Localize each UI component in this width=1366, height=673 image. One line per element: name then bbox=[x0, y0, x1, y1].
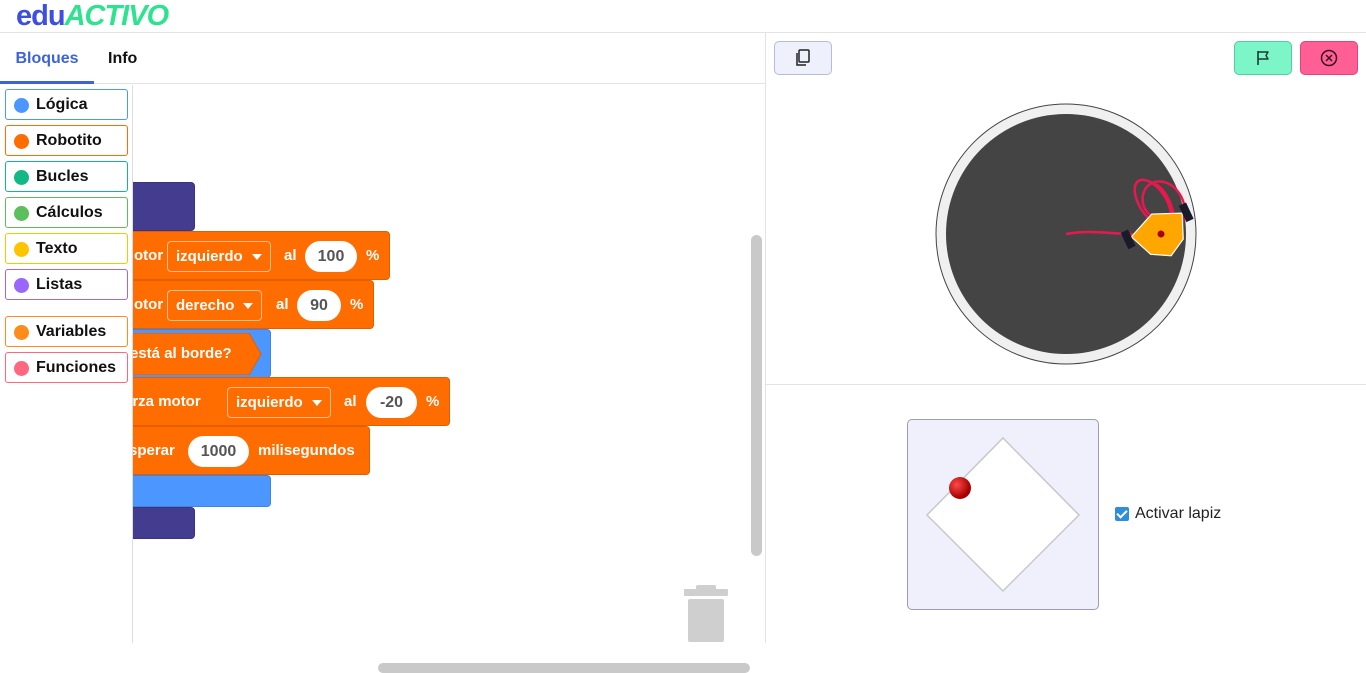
category-color-dot bbox=[14, 325, 29, 340]
if-block-bottom bbox=[133, 475, 271, 507]
block-text: al bbox=[276, 296, 289, 313]
block-text: está al borde? bbox=[133, 345, 232, 362]
motor-dropdown[interactable]: izquierdo bbox=[167, 241, 271, 272]
category-texto[interactable]: Texto bbox=[5, 233, 128, 264]
simulator-panel: Activar lapiz bbox=[766, 33, 1366, 643]
category-funciones[interactable]: Funciones bbox=[5, 352, 128, 383]
diamond-pad[interactable] bbox=[908, 420, 1098, 609]
block-text: milisegundos bbox=[258, 442, 355, 459]
block-text: % bbox=[426, 393, 440, 410]
simulator-toolbar bbox=[766, 33, 1366, 84]
flag-icon bbox=[1257, 51, 1269, 65]
event-block-top[interactable] bbox=[133, 182, 195, 231]
category-calculos[interactable]: Cálculos bbox=[5, 197, 128, 228]
set-motor-left-block[interactable]: otor izquierdo al 100 % bbox=[133, 231, 390, 280]
workspace-horizontal-scrollbar[interactable] bbox=[378, 663, 750, 673]
category-bucles[interactable]: Bucles bbox=[5, 161, 128, 192]
workspace-vertical-scrollbar[interactable] bbox=[751, 235, 762, 556]
pen-label: Activar lapiz bbox=[1135, 505, 1222, 522]
event-block-bottom[interactable] bbox=[133, 507, 195, 539]
category-color-dot bbox=[14, 98, 29, 113]
block-text: al bbox=[344, 393, 357, 410]
block-text: % bbox=[350, 296, 364, 313]
tab-bar: Bloques Info bbox=[0, 33, 765, 84]
editor-panel: Bloques Info Lógica Robotito Bucles Cálc… bbox=[0, 33, 766, 673]
category-listas[interactable]: Listas bbox=[5, 269, 128, 300]
motor-value-input[interactable]: 90 bbox=[297, 290, 341, 321]
category-color-dot bbox=[14, 206, 29, 221]
block-toolbox: Lógica Robotito Bucles Cálculos Texto Li… bbox=[0, 85, 133, 643]
run-button[interactable] bbox=[1234, 41, 1292, 75]
block-text: al bbox=[284, 247, 297, 264]
block-text: otor bbox=[134, 296, 164, 313]
block-text: erza motor bbox=[133, 393, 201, 410]
motor-dropdown[interactable]: derecho bbox=[167, 290, 263, 321]
block-text: % bbox=[366, 247, 380, 264]
edu-activo-logo[interactable]: eduACTIVO bbox=[16, 0, 169, 33]
header: eduACTIVO bbox=[0, 0, 1366, 33]
force-motor-block[interactable]: erza motor izquierdo al -20 % bbox=[133, 377, 450, 426]
set-motor-right-block[interactable]: otor derecho al 90 % bbox=[133, 280, 374, 329]
close-circle-icon bbox=[1320, 49, 1338, 67]
tab-info[interactable]: Info bbox=[108, 33, 137, 84]
motor-value-input[interactable]: 100 bbox=[305, 241, 357, 272]
joystick-ball[interactable] bbox=[949, 477, 971, 499]
wait-block[interactable]: sperar 1000 milisegundos bbox=[133, 426, 370, 475]
wait-value-input[interactable]: 1000 bbox=[188, 436, 249, 467]
block-text: otor bbox=[134, 247, 164, 264]
category-color-dot bbox=[14, 242, 29, 257]
motor-value-input[interactable]: -20 bbox=[366, 387, 417, 418]
category-variables[interactable]: Variables bbox=[5, 316, 128, 347]
trash-icon[interactable] bbox=[684, 585, 728, 643]
motor-dropdown[interactable]: izquierdo bbox=[227, 387, 331, 418]
direction-pad[interactable] bbox=[907, 419, 1099, 610]
robot-arena[interactable] bbox=[934, 102, 1198, 366]
stop-button[interactable] bbox=[1300, 41, 1358, 75]
category-color-dot bbox=[14, 134, 29, 149]
tab-bloques[interactable]: Bloques bbox=[0, 33, 94, 84]
pen-toggle[interactable]: Activar lapiz bbox=[1115, 505, 1221, 523]
block-workspace[interactable]: otor izquierdo al 100 % otor derecho al … bbox=[133, 85, 765, 643]
category-color-dot bbox=[14, 278, 29, 293]
copy-icon bbox=[796, 49, 810, 66]
block-text: sperar bbox=[133, 442, 175, 459]
arena-panel bbox=[766, 84, 1366, 385]
category-color-dot bbox=[14, 170, 29, 185]
category-robotito[interactable]: Robotito bbox=[5, 125, 128, 156]
category-color-dot bbox=[14, 361, 29, 376]
category-logica[interactable]: Lógica bbox=[5, 89, 128, 120]
copy-button[interactable] bbox=[774, 41, 832, 75]
pen-checkbox[interactable] bbox=[1115, 507, 1129, 521]
